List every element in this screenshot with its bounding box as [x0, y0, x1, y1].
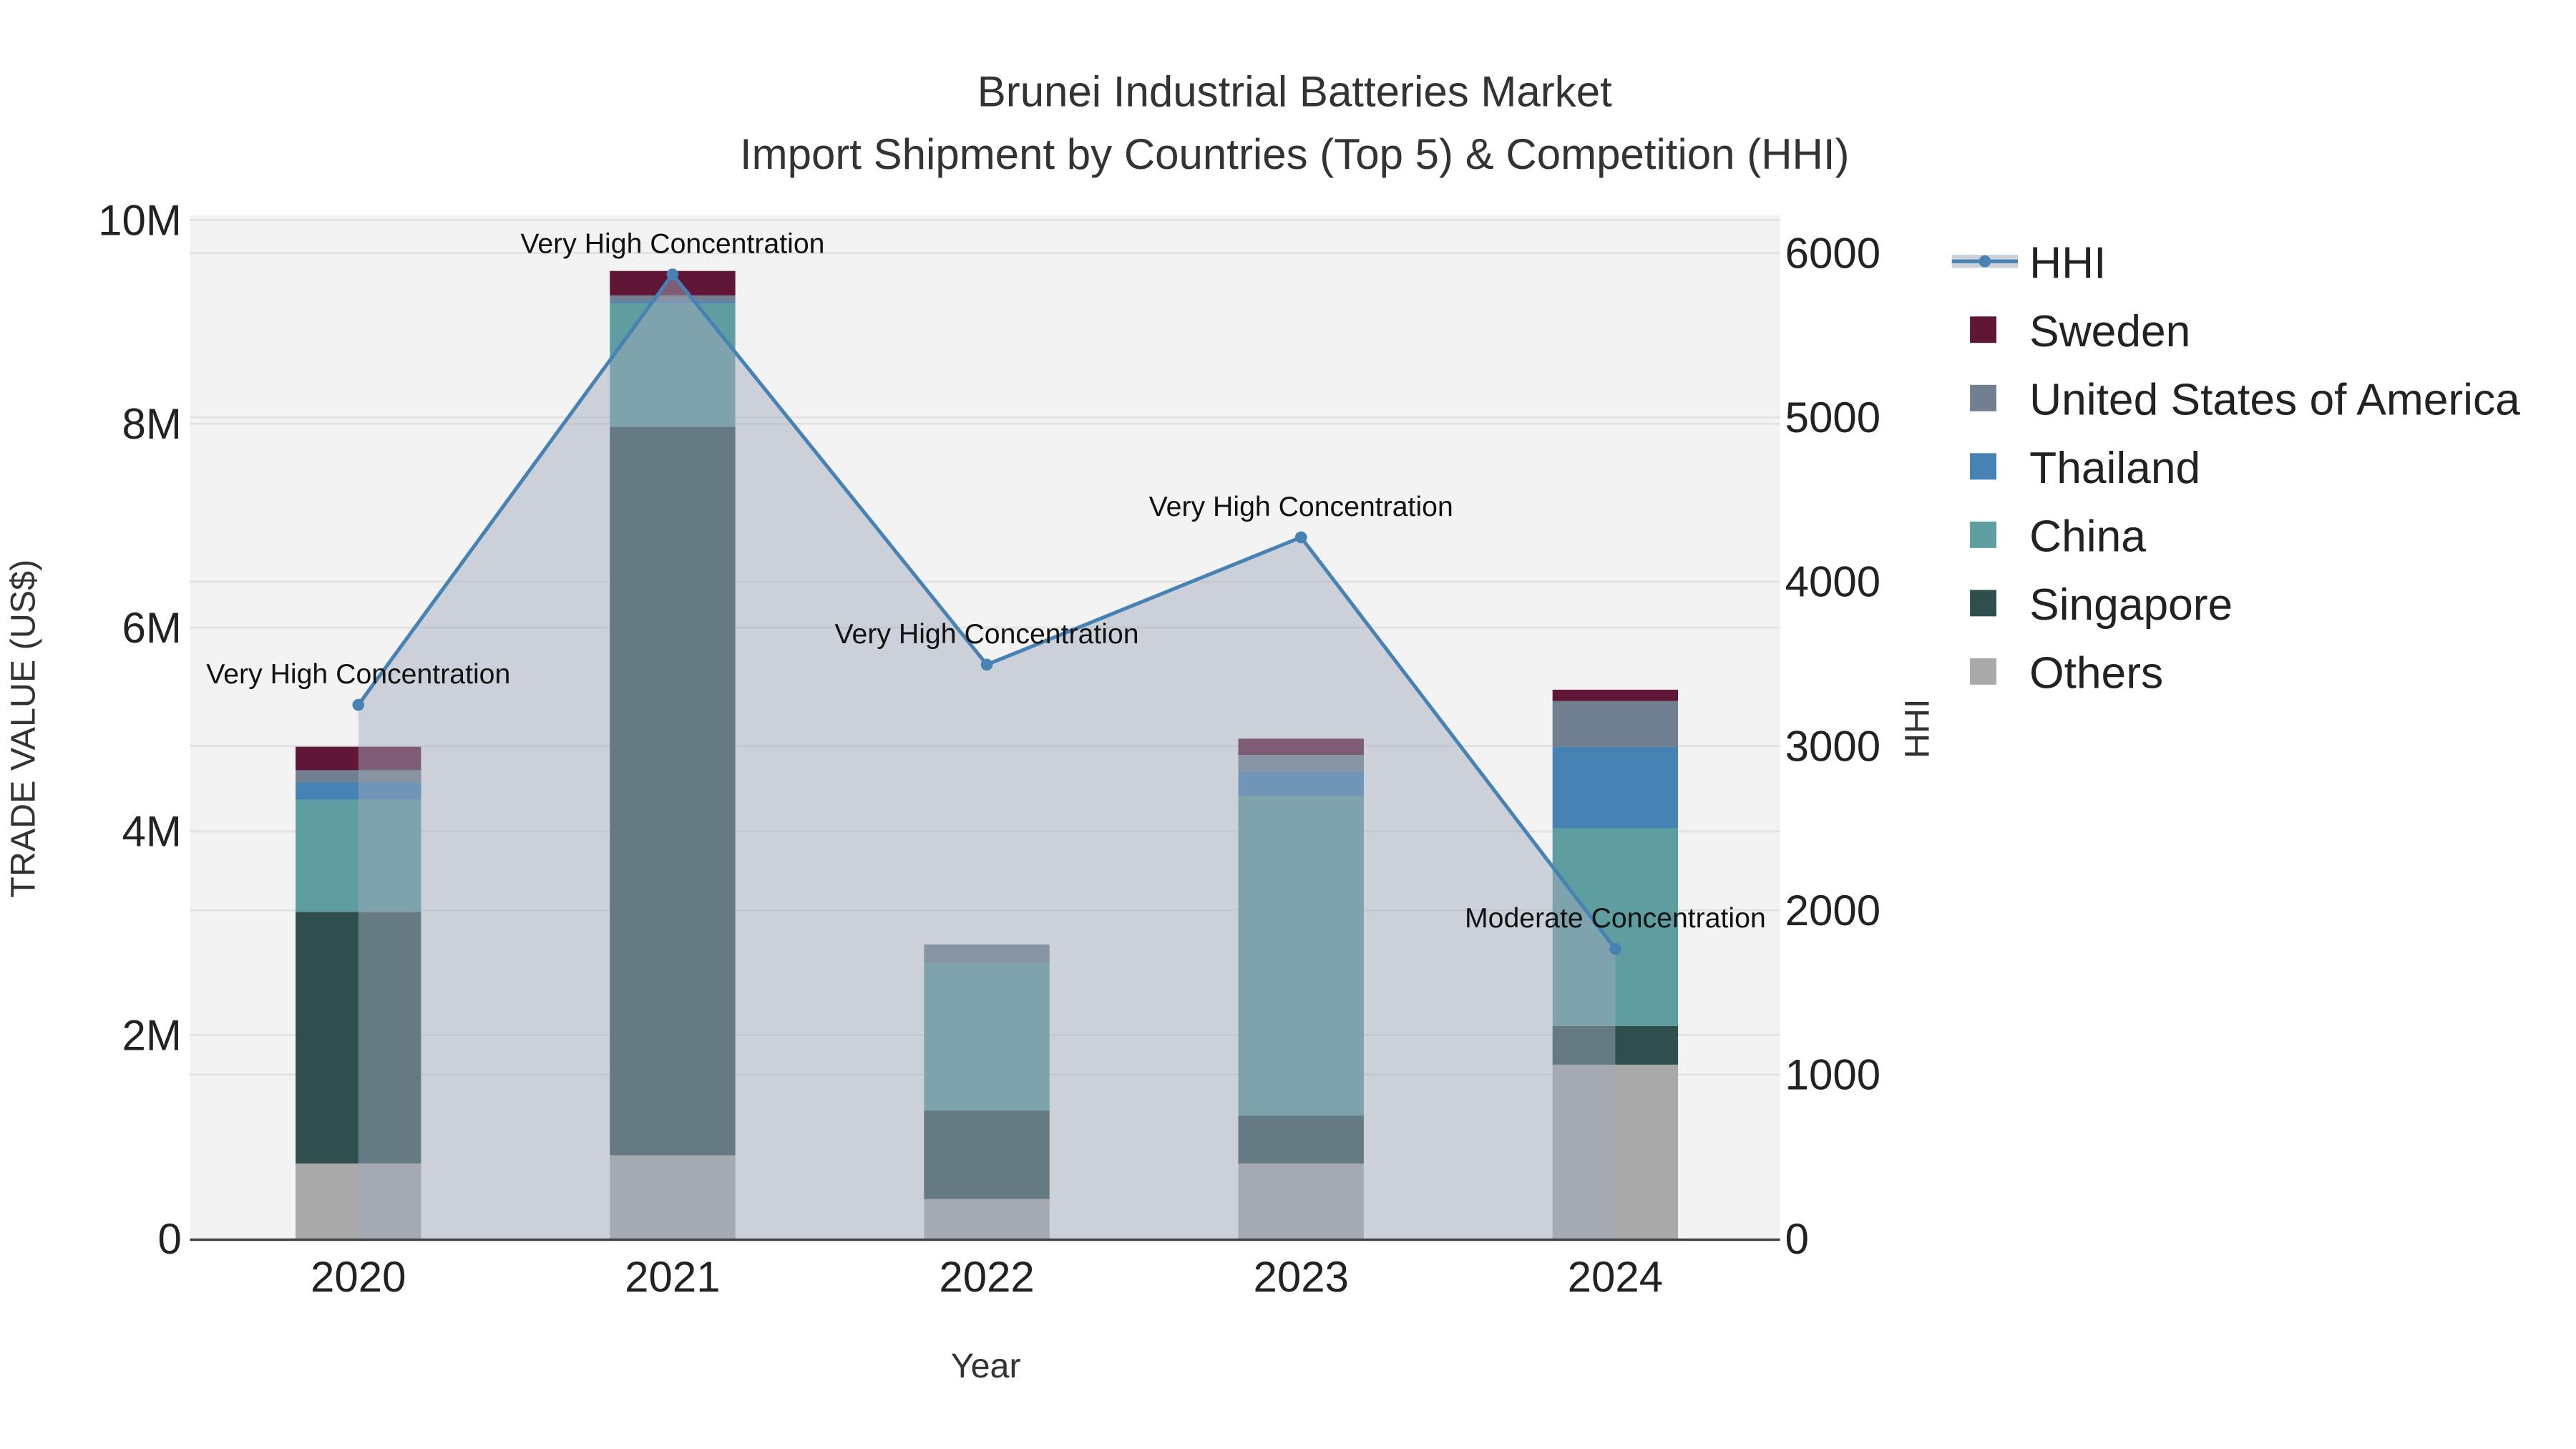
chart-subtitle: Import Shipment by Countries (Top 5) & C… — [740, 130, 1850, 178]
legend-label: Sweden — [2029, 307, 2190, 356]
legend-label: Others — [2029, 648, 2163, 698]
x-tick-label: 2021 — [625, 1253, 720, 1301]
y2-tick-label: 3000 — [1785, 722, 1880, 770]
chart: Very High Concentration Very High Concent… — [4, 67, 2520, 1385]
bar-thailand-2024 — [1552, 746, 1679, 829]
y-tick-label: 0 — [157, 1215, 181, 1263]
y2-axis-title: HHI — [1898, 699, 1936, 758]
x-axis-ticks: 2020 2021 2022 2023 2024 — [311, 1253, 1663, 1301]
hhi-point-2024 — [1609, 942, 1621, 955]
y-axis-ticks: 0 2M 4M 6M 8M 10M — [98, 196, 182, 1263]
x-tick-label: 2022 — [939, 1253, 1034, 1301]
y-tick-label: 6M — [122, 604, 181, 652]
y-axis-title: TRADE VALUE (US$) — [4, 560, 42, 898]
hhi-point-2021 — [666, 268, 679, 280]
hhi-annotation: Moderate Concentration — [1465, 902, 1766, 934]
hhi-annotation: Very High Concentration — [206, 658, 510, 690]
hhi-point-2022 — [980, 658, 993, 671]
hhi-annotation: Very High Concentration — [1149, 491, 1453, 522]
legend-label: Singapore — [2029, 580, 2233, 630]
legend-label: HHI — [2029, 238, 2106, 288]
legend-swatch-united-states-of-america — [1970, 384, 1996, 411]
legend-hhi-marker — [1979, 255, 1991, 268]
legend-label: United States of America — [2029, 375, 2520, 424]
y2-tick-label: 1000 — [1785, 1051, 1880, 1099]
legend-label: Thailand — [2029, 444, 2200, 493]
hhi-point-2020 — [352, 698, 365, 711]
y2-tick-label: 0 — [1785, 1215, 1809, 1263]
x-tick-label: 2020 — [311, 1253, 406, 1301]
legend-swatch-thailand — [1970, 453, 1996, 480]
y2-axis-ticks: 0 1000 2000 3000 4000 5000 6000 — [1785, 229, 1880, 1263]
legend-swatch-singapore — [1970, 590, 1996, 617]
hhi-annotation: Very High Concentration — [835, 618, 1139, 650]
y2-tick-label: 5000 — [1785, 394, 1880, 441]
chart-title: Brunei Industrial Batteries Market — [977, 67, 1612, 115]
y2-tick-label: 2000 — [1785, 887, 1880, 935]
legend-swatch-sweden — [1970, 316, 1996, 343]
legend: HHI Sweden United States of America Thailan… — [1951, 238, 2520, 698]
y-tick-label: 2M — [122, 1011, 181, 1059]
x-tick-label: 2024 — [1568, 1253, 1663, 1301]
legend-label: China — [2029, 512, 2146, 561]
x-axis-title: Year — [951, 1347, 1021, 1385]
bar-united-states-of-america-2024 — [1552, 701, 1679, 747]
y2-tick-label: 6000 — [1785, 229, 1880, 277]
hhi-point-2023 — [1294, 531, 1307, 544]
y-tick-label: 10M — [98, 196, 182, 244]
y-tick-label: 8M — [122, 400, 181, 448]
x-tick-label: 2023 — [1253, 1253, 1348, 1301]
legend-swatch-others — [1970, 658, 1996, 685]
y2-tick-label: 4000 — [1785, 558, 1880, 606]
bar-sweden-2024 — [1552, 689, 1679, 701]
y-tick-label: 4M — [122, 808, 181, 856]
hhi-annotation: Very High Concentration — [520, 228, 824, 260]
legend-swatch-china — [1970, 521, 1996, 548]
